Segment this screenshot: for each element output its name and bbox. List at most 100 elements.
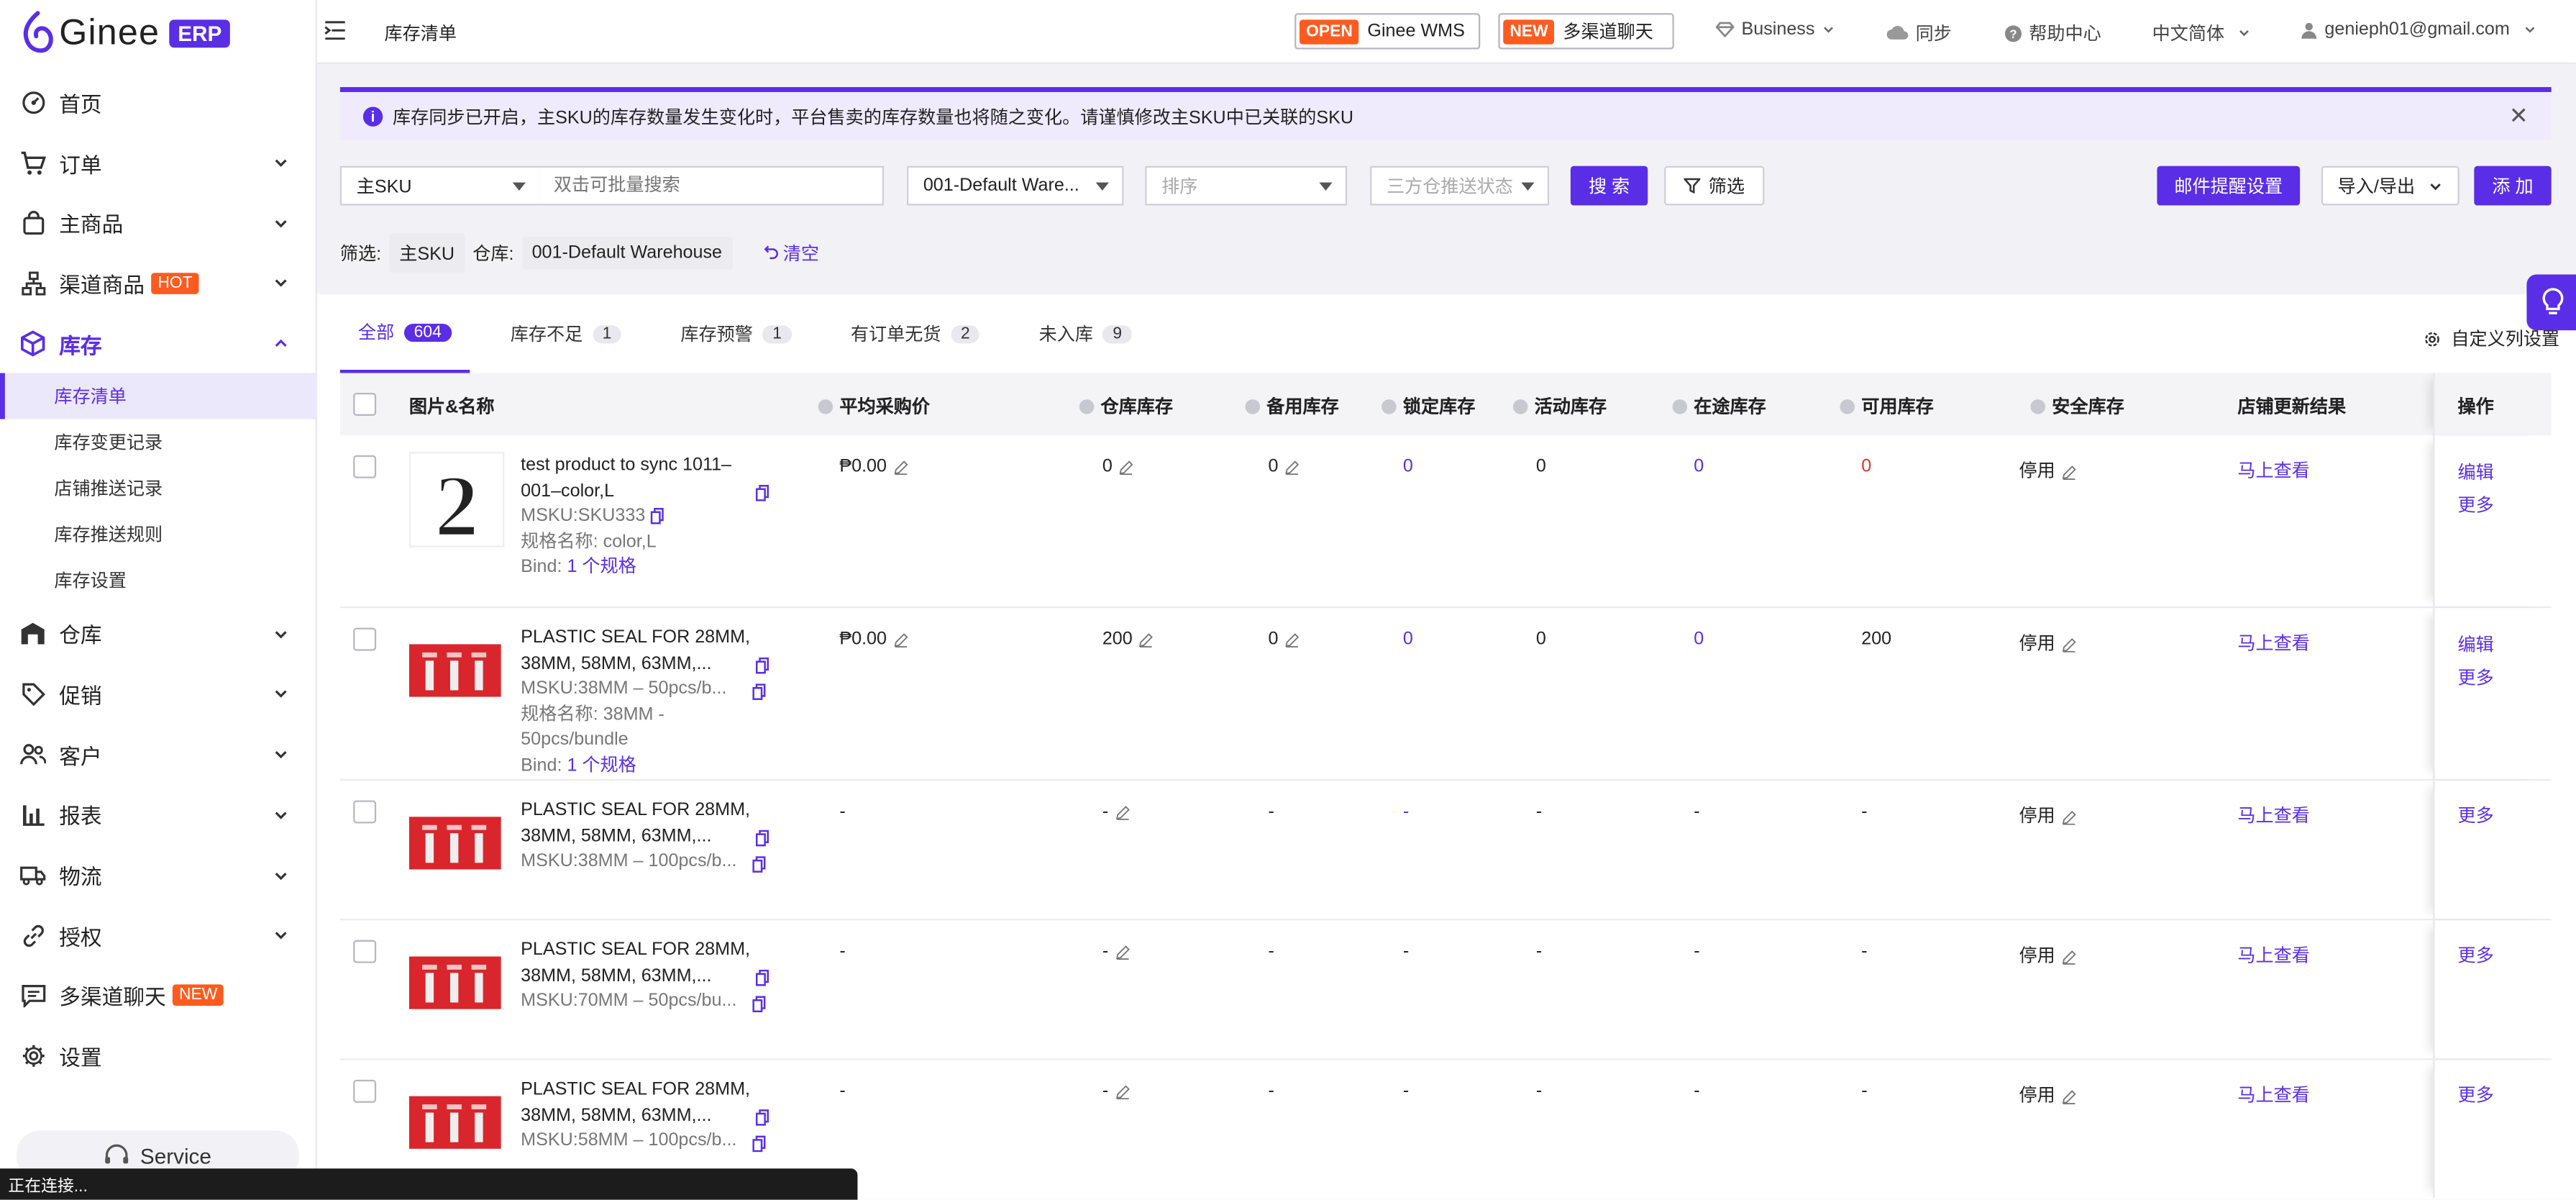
sidebar-item-inventory[interactable]: 库存 bbox=[0, 314, 316, 374]
email-alert-settings-button[interactable]: 邮件提醒设置 bbox=[2157, 165, 2301, 206]
filter-button[interactable]: 筛选 bbox=[1664, 165, 1765, 206]
sidebar-item-home[interactable]: 首页 bbox=[0, 73, 316, 133]
filter-chip-warehouse[interactable]: 001-Default Warehouse bbox=[521, 236, 732, 270]
menu-toggle-icon[interactable] bbox=[324, 19, 347, 41]
sync-button[interactable]: 同步 bbox=[1886, 19, 1952, 46]
close-icon[interactable]: ✕ bbox=[2509, 102, 2529, 130]
edit-pencil-icon[interactable] bbox=[893, 632, 908, 647]
edit-pencil-icon[interactable] bbox=[1285, 632, 1300, 647]
help-icon[interactable] bbox=[1245, 398, 1261, 414]
row-checkbox[interactable] bbox=[353, 800, 377, 824]
sku-type-select[interactable]: 主SKU bbox=[339, 165, 541, 206]
sidebar-item-reports[interactable]: 报表 bbox=[0, 785, 316, 845]
edit-pencil-icon[interactable] bbox=[1119, 460, 1134, 475]
edit-pencil-icon[interactable] bbox=[1115, 1084, 1130, 1099]
edit-pencil-icon[interactable] bbox=[2062, 465, 2077, 480]
edit-pencil-icon[interactable] bbox=[1285, 460, 1300, 475]
ginee-wms-button[interactable]: OPEN Ginee WMS bbox=[1294, 13, 1480, 50]
copy-icon[interactable] bbox=[752, 856, 766, 873]
view-result-link[interactable]: 马上查看 bbox=[2237, 802, 2310, 829]
copy-icon[interactable] bbox=[752, 683, 766, 701]
sidebar-subitem-store-push-log[interactable]: 店铺推送记录 bbox=[0, 465, 316, 512]
tab-all[interactable]: 全部 604 bbox=[339, 294, 470, 373]
tab-not-stocked[interactable]: 未入库 9 bbox=[1020, 294, 1149, 373]
row-checkbox[interactable] bbox=[353, 455, 377, 478]
sidebar-item-authorization[interactable]: 授权 bbox=[0, 905, 316, 965]
copy-icon[interactable] bbox=[752, 1135, 766, 1153]
sidebar-subitem-push-rules[interactable]: 库存推送规则 bbox=[0, 512, 316, 558]
view-result-link[interactable]: 马上查看 bbox=[2237, 942, 2310, 968]
view-result-link[interactable]: 马上查看 bbox=[2237, 629, 2310, 656]
business-menu[interactable]: Business bbox=[1715, 19, 1835, 40]
help-icon[interactable] bbox=[2030, 398, 2046, 414]
bind-link[interactable]: 1 个规格 bbox=[567, 755, 636, 775]
help-icon[interactable] bbox=[1840, 398, 1855, 414]
row-checkbox[interactable] bbox=[353, 940, 377, 963]
search-input[interactable] bbox=[539, 165, 885, 206]
copy-icon[interactable] bbox=[650, 508, 664, 524]
edit-pencil-icon[interactable] bbox=[1139, 632, 1154, 647]
copy-icon[interactable] bbox=[755, 1109, 769, 1126]
push-status-select[interactable]: 三方仓推送状态 bbox=[1370, 165, 1550, 206]
product-thumbnail[interactable] bbox=[408, 624, 501, 717]
clear-filters-link[interactable]: 清空 bbox=[763, 240, 819, 267]
sort-select[interactable]: 排序 bbox=[1145, 165, 1348, 206]
copy-icon[interactable] bbox=[755, 829, 769, 847]
help-icon[interactable] bbox=[1381, 398, 1397, 414]
locked-stock-value[interactable]: 0 bbox=[1403, 629, 1413, 649]
select-all-checkbox[interactable] bbox=[353, 392, 377, 416]
warehouse-select[interactable]: 001-Default Ware... bbox=[906, 165, 1124, 206]
sidebar-subitem-inventory-settings[interactable]: 库存设置 bbox=[0, 558, 316, 604]
transit-stock-value[interactable]: 0 bbox=[1694, 457, 1704, 476]
edit-pencil-icon[interactable] bbox=[1115, 945, 1130, 960]
row-checkbox[interactable] bbox=[353, 627, 377, 651]
search-button[interactable]: 搜 索 bbox=[1570, 165, 1648, 206]
tab-stock-warning[interactable]: 库存预警 1 bbox=[662, 294, 810, 373]
copy-icon[interactable] bbox=[755, 969, 769, 986]
tab-orders-no-stock[interactable]: 有订单无货 2 bbox=[833, 294, 998, 373]
filter-chip-sku[interactable]: 主SKU bbox=[389, 233, 465, 273]
sidebar-item-products[interactable]: 主商品 bbox=[0, 193, 316, 253]
bind-link[interactable]: 1 个规格 bbox=[567, 557, 636, 576]
sidebar-item-settings[interactable]: 设置 bbox=[0, 1026, 316, 1086]
sidebar-item-promotion[interactable]: 促销 bbox=[0, 664, 316, 724]
copy-icon[interactable] bbox=[755, 657, 769, 674]
import-export-button[interactable]: 导入/导出 bbox=[2321, 165, 2459, 206]
tips-button[interactable] bbox=[2526, 274, 2576, 331]
multichannel-chat-button[interactable]: NEW 多渠道聊天 bbox=[1498, 13, 1675, 50]
row-checkbox[interactable] bbox=[353, 1079, 377, 1103]
product-thumbnail[interactable] bbox=[408, 797, 501, 889]
view-result-link[interactable]: 马上查看 bbox=[2237, 457, 2310, 483]
sidebar-item-warehouse[interactable]: 仓库 bbox=[0, 604, 316, 664]
sidebar-subitem-inventory-list[interactable]: 库存清单 bbox=[0, 373, 316, 420]
transit-stock-value[interactable]: 0 bbox=[1694, 629, 1704, 649]
locked-stock-value[interactable]: 0 bbox=[1403, 457, 1413, 476]
edit-pencil-icon[interactable] bbox=[893, 460, 908, 475]
product-thumbnail[interactable] bbox=[408, 1076, 501, 1168]
edit-pencil-icon[interactable] bbox=[2062, 949, 2077, 964]
view-result-link[interactable]: 马上查看 bbox=[2237, 1081, 2310, 1108]
sidebar-item-logistics[interactable]: 物流 bbox=[0, 845, 316, 906]
language-select[interactable]: 中文简体 bbox=[2152, 19, 2251, 46]
sidebar-item-multichat[interactable]: 多渠道聊天 NEW bbox=[0, 965, 316, 1026]
edit-pencil-icon[interactable] bbox=[2062, 637, 2077, 652]
edit-pencil-icon[interactable] bbox=[2062, 809, 2077, 824]
tab-low-stock[interactable]: 库存不足 1 bbox=[493, 294, 640, 373]
help-icon[interactable] bbox=[1672, 398, 1688, 414]
locked-stock-value[interactable]: - bbox=[1403, 802, 1409, 822]
user-menu[interactable]: genieph01@gmail.com bbox=[2300, 19, 2536, 40]
copy-icon[interactable] bbox=[755, 485, 769, 501]
product-thumbnail[interactable]: 2 bbox=[408, 452, 505, 556]
help-center-link[interactable]: ? 帮助中心 bbox=[2004, 19, 2101, 46]
sidebar-item-orders[interactable]: 订单 bbox=[0, 132, 316, 193]
help-icon[interactable] bbox=[1512, 398, 1528, 414]
product-thumbnail[interactable] bbox=[408, 937, 501, 1029]
help-icon[interactable] bbox=[1079, 398, 1095, 414]
logo[interactable]: Ginee ERP bbox=[19, 10, 230, 56]
sidebar-item-channel-products[interactable]: 渠道商品 HOT bbox=[0, 253, 316, 314]
edit-pencil-icon[interactable] bbox=[1115, 804, 1130, 819]
sidebar-item-customers[interactable]: 客户 bbox=[0, 724, 316, 785]
help-icon[interactable] bbox=[818, 398, 833, 414]
edit-pencil-icon[interactable] bbox=[2062, 1089, 2077, 1104]
sidebar-subitem-inventory-changes[interactable]: 库存变更记录 bbox=[0, 420, 316, 466]
